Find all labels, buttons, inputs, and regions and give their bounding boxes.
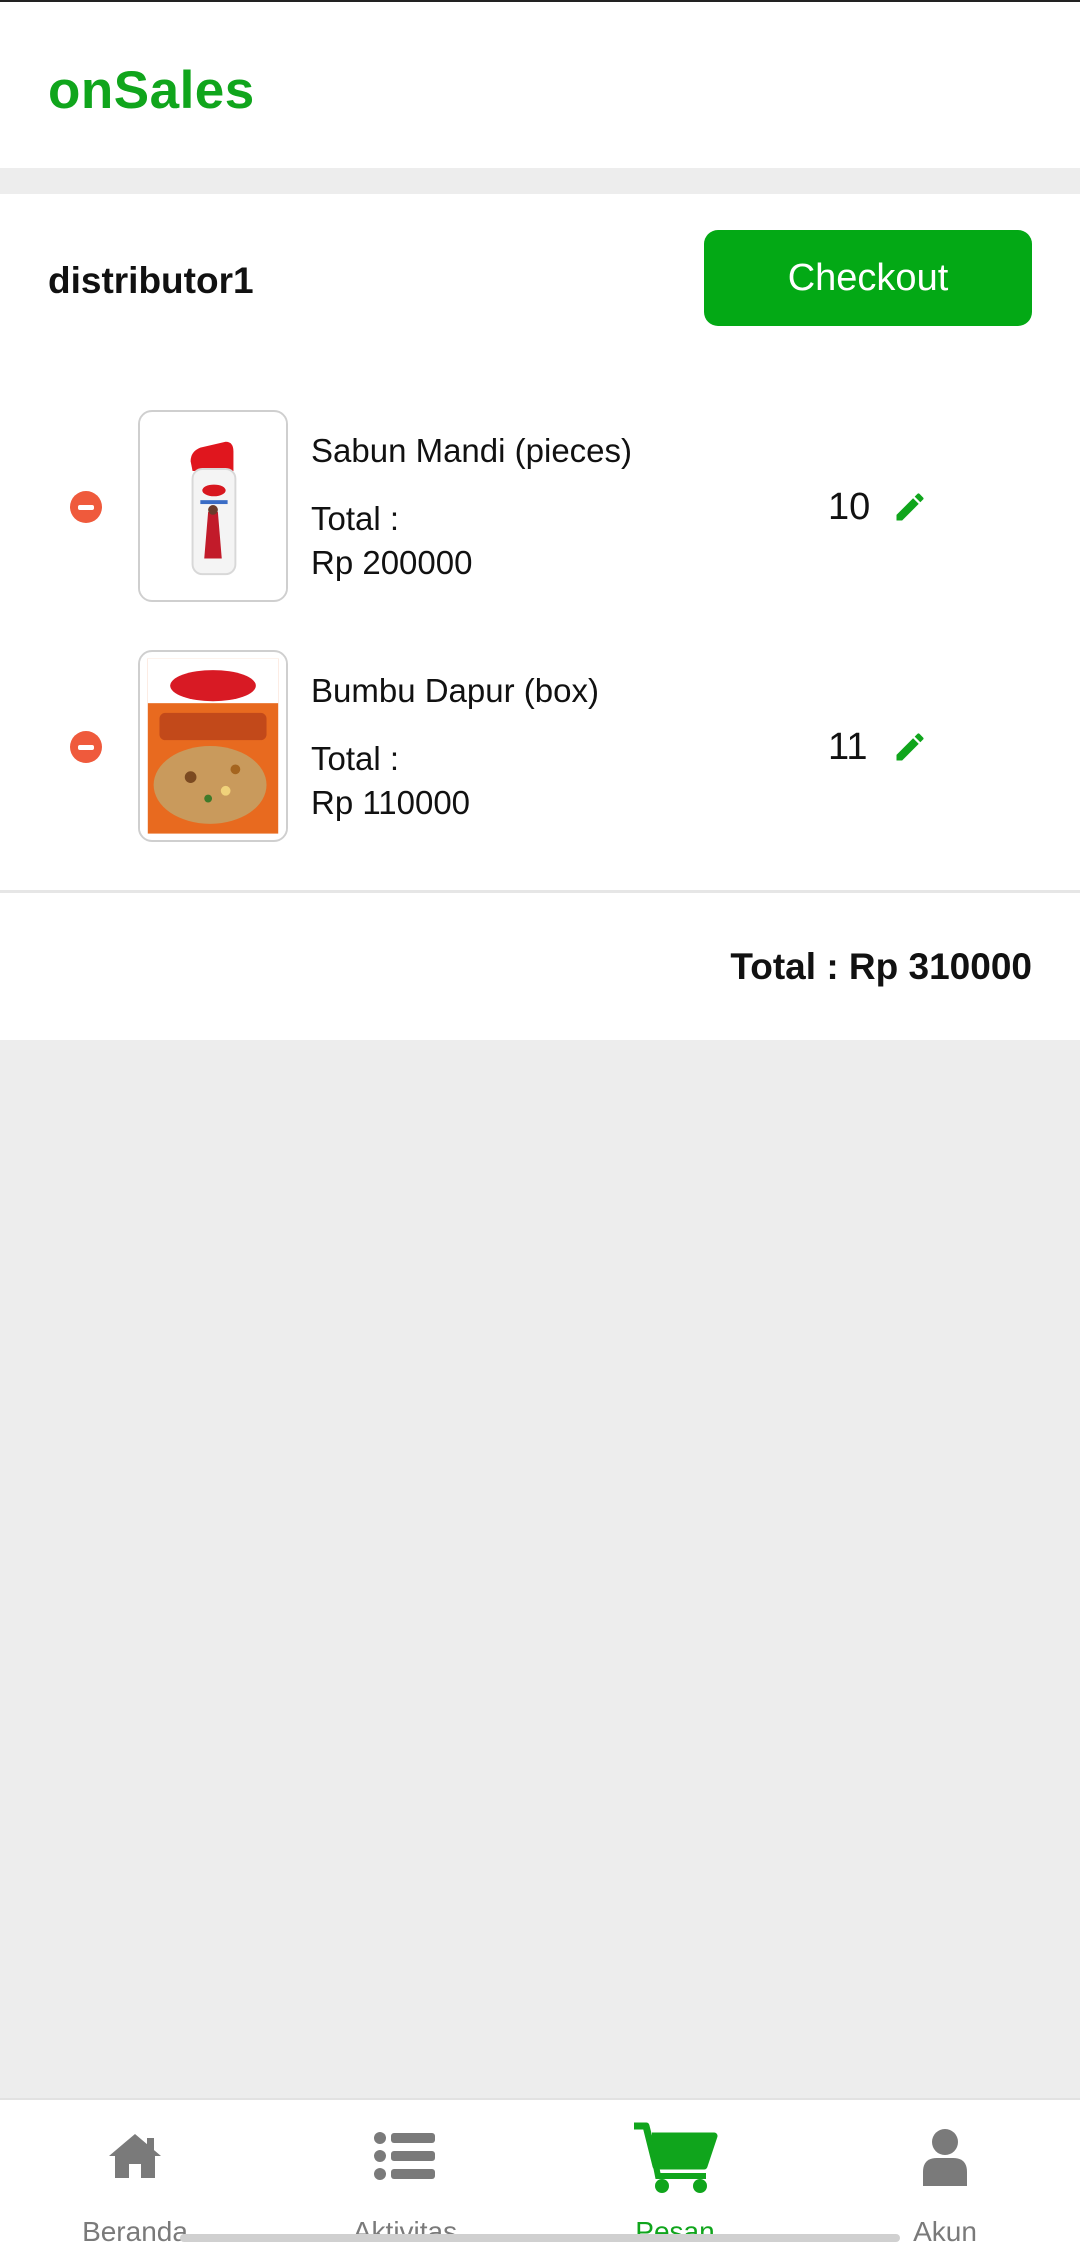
cart-screen: onSales distributor1 Checkout Sabun Mand… (0, 0, 1080, 2246)
cart-icon (634, 2122, 718, 2193)
checkout-button[interactable]: Checkout (704, 230, 1032, 326)
cart-item: Sabun Mandi (pieces) Total : Rp 200000 1… (0, 410, 1080, 606)
remove-item-icon[interactable] (70, 491, 102, 523)
seasoning-pack-image (138, 650, 288, 842)
pencil-icon[interactable] (892, 489, 928, 525)
item-total-label: Total : (311, 500, 400, 537)
item-name: Bumbu Dapur (box) (311, 672, 599, 709)
nav-item-akun[interactable]: Akun (810, 2100, 1080, 2246)
item-total-value: Rp 200000 (311, 544, 473, 581)
brand-title: onSales (48, 61, 255, 120)
nav-item-aktivitas[interactable]: Aktivitas (270, 2100, 540, 2246)
remove-item-icon[interactable] (70, 731, 102, 763)
divider (0, 890, 1080, 893)
item-total-value: Rp 110000 (311, 784, 471, 821)
user-icon (923, 2129, 967, 2186)
cart-card: distributor1 Checkout Sabun Mandi (piece… (0, 194, 1080, 1040)
home-indicator[interactable] (180, 2234, 900, 2242)
item-total-label: Total : (311, 740, 400, 777)
item-quantity: 10 (828, 486, 871, 528)
soap-bottle-image (138, 410, 288, 602)
distributor-name: distributor1 (48, 260, 254, 301)
list-icon (374, 2132, 435, 2180)
item-name: Sabun Mandi (pieces) (311, 432, 633, 469)
item-quantity: 11 (828, 726, 868, 768)
cart-item: Bumbu Dapur (box) Total : Rp 110000 11 (0, 650, 1080, 846)
nav-item-pesan[interactable]: Pesan (540, 2100, 810, 2246)
app-header: onSales (0, 0, 1080, 168)
pencil-icon[interactable] (892, 729, 928, 765)
home-icon (109, 2134, 161, 2178)
nav-item-beranda[interactable]: Beranda (0, 2100, 270, 2246)
bottom-navigation: Beranda Aktivitas Pesan Akun (0, 2098, 1080, 2246)
grand-total: Total : Rp 310000 (730, 946, 1032, 987)
